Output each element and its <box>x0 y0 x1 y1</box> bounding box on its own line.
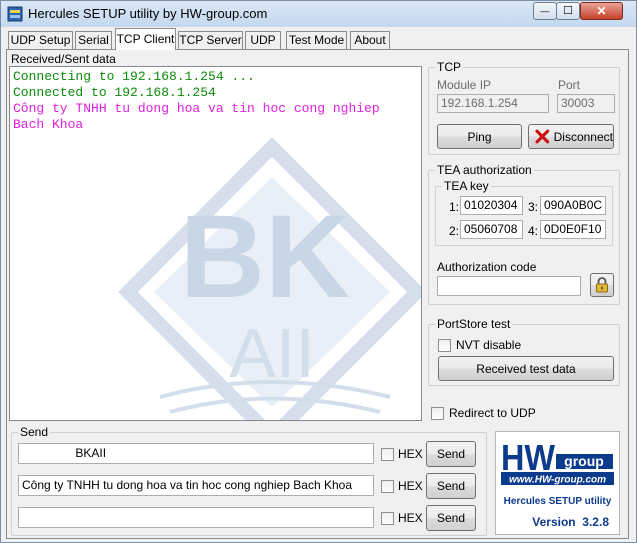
tea-key-title: TEA key <box>442 179 491 193</box>
close-icon: ✕ <box>596 4 607 18</box>
close-button[interactable]: ✕ <box>580 2 623 20</box>
portstore-group-title: PortStore test <box>435 317 513 331</box>
tea-key-1-label: 1: <box>449 200 460 214</box>
tab-about[interactable]: About <box>350 31 390 50</box>
auth-code-field[interactable] <box>437 276 581 296</box>
tab-tcp-server[interactable]: TCP Server <box>178 31 243 50</box>
hex-checkbox-1[interactable] <box>381 448 394 461</box>
nvt-disable-label: NVT disable <box>456 338 522 352</box>
port-field[interactable]: 30003 <box>557 94 615 113</box>
ping-button[interactable]: Ping <box>437 124 522 149</box>
window-title: Hercules SETUP utility by HW-group.com <box>28 6 268 21</box>
title-bar: Hercules SETUP utility by HW-group.com —… <box>1 1 636 27</box>
logo-group-text: group <box>564 453 604 469</box>
minimize-button[interactable]: — <box>533 2 557 20</box>
tea-key-3-label: 3: <box>528 200 539 214</box>
received-line: Connected to 192.168.1.254 <box>13 85 216 100</box>
module-ip-label: Module IP <box>437 78 492 92</box>
received-label: Received/Sent data <box>11 52 116 66</box>
received-line: Công ty TNHH tu dong hoa va tin hoc cong… <box>13 101 380 116</box>
hex-label-1: HEX <box>398 447 423 461</box>
port-label: Port <box>558 78 581 92</box>
auth-code-label: Authorization code <box>437 260 537 274</box>
redirect-udp-label: Redirect to UDP <box>449 406 536 420</box>
maximize-icon: ☐ <box>563 4 573 17</box>
hex-label-3: HEX <box>398 511 423 525</box>
tcp-group-title: TCP <box>435 60 463 74</box>
minimize-icon: — <box>540 5 550 16</box>
hw-group-logo-graphic: HW group www.HW-group.com Hercules SETUP… <box>501 437 614 529</box>
received-test-data-label: Received test data <box>476 361 576 376</box>
send-input-2[interactable]: Công ty TNHH tu dong hoa va tin hoc cong… <box>18 475 374 496</box>
hex-checkbox-2[interactable] <box>381 480 394 493</box>
disconnect-x-icon <box>535 129 550 144</box>
send-button-2[interactable]: Send <box>426 473 476 499</box>
tea-key-2-label: 2: <box>449 224 460 238</box>
lock-icon <box>596 277 608 293</box>
logo-version-text: Version 3.2.8 <box>532 515 609 529</box>
received-test-data-button[interactable]: Received test data <box>438 356 614 381</box>
tea-key-1-field[interactable]: 01020304 <box>460 196 523 215</box>
tea-key-3-field[interactable]: 090A0B0C <box>540 196 606 215</box>
send-button-3-label: Send <box>436 511 466 525</box>
tab-udp[interactable]: UDP <box>245 31 281 50</box>
received-data-area[interactable]: BK AII Connecting to 192.168.1.254 ... C… <box>9 66 422 421</box>
tea-key-2-field[interactable]: 05060708 <box>460 220 523 239</box>
app-icon <box>7 6 23 22</box>
send-button-2-label: Send <box>436 479 466 493</box>
send-group-title: Send <box>18 425 51 439</box>
logo-hw-text: HW <box>501 437 555 478</box>
app-window: Hercules SETUP utility by HW-group.com —… <box>0 0 637 543</box>
send-button-1[interactable]: Send <box>426 441 476 467</box>
logo-product-text: Hercules SETUP utility <box>504 496 612 507</box>
logo-url-text: www.HW-group.com <box>509 475 606 486</box>
tab-tcp-client[interactable]: TCP Client <box>115 28 176 50</box>
redirect-udp-checkbox[interactable] <box>431 407 444 420</box>
hex-label-2: HEX <box>398 479 423 493</box>
tea-key-4-field[interactable]: 0D0E0F10 <box>540 220 606 239</box>
module-ip-field[interactable]: 192.168.1.254 <box>437 94 549 113</box>
received-line: Bach Khoa <box>13 117 84 132</box>
maximize-button[interactable]: ☐ <box>556 2 580 20</box>
tab-udp-setup[interactable]: UDP Setup <box>8 31 73 50</box>
disconnect-button-label: Disconnect <box>553 129 613 144</box>
send-button-3[interactable]: Send <box>426 505 476 531</box>
hex-checkbox-3[interactable] <box>381 512 394 525</box>
lock-button[interactable] <box>590 273 614 297</box>
send-input-1[interactable]: BKAII <box>18 443 374 464</box>
tab-serial[interactable]: Serial <box>75 31 112 50</box>
watermark-bk: BK <box>180 191 350 323</box>
ping-button-label: Ping <box>467 129 492 144</box>
nvt-disable-checkbox[interactable] <box>438 339 451 352</box>
tea-key-4-label: 4: <box>528 224 539 238</box>
received-line: Connecting to 192.168.1.254 ... <box>13 69 255 84</box>
send-input-3[interactable] <box>18 507 374 528</box>
disconnect-button[interactable]: Disconnect <box>528 124 614 149</box>
tab-test-mode[interactable]: Test Mode <box>286 31 347 50</box>
send-button-1-label: Send <box>436 447 466 461</box>
tea-group-title: TEA authorization <box>435 163 534 177</box>
hw-group-logo[interactable]: HW group www.HW-group.com Hercules SETUP… <box>495 431 620 535</box>
